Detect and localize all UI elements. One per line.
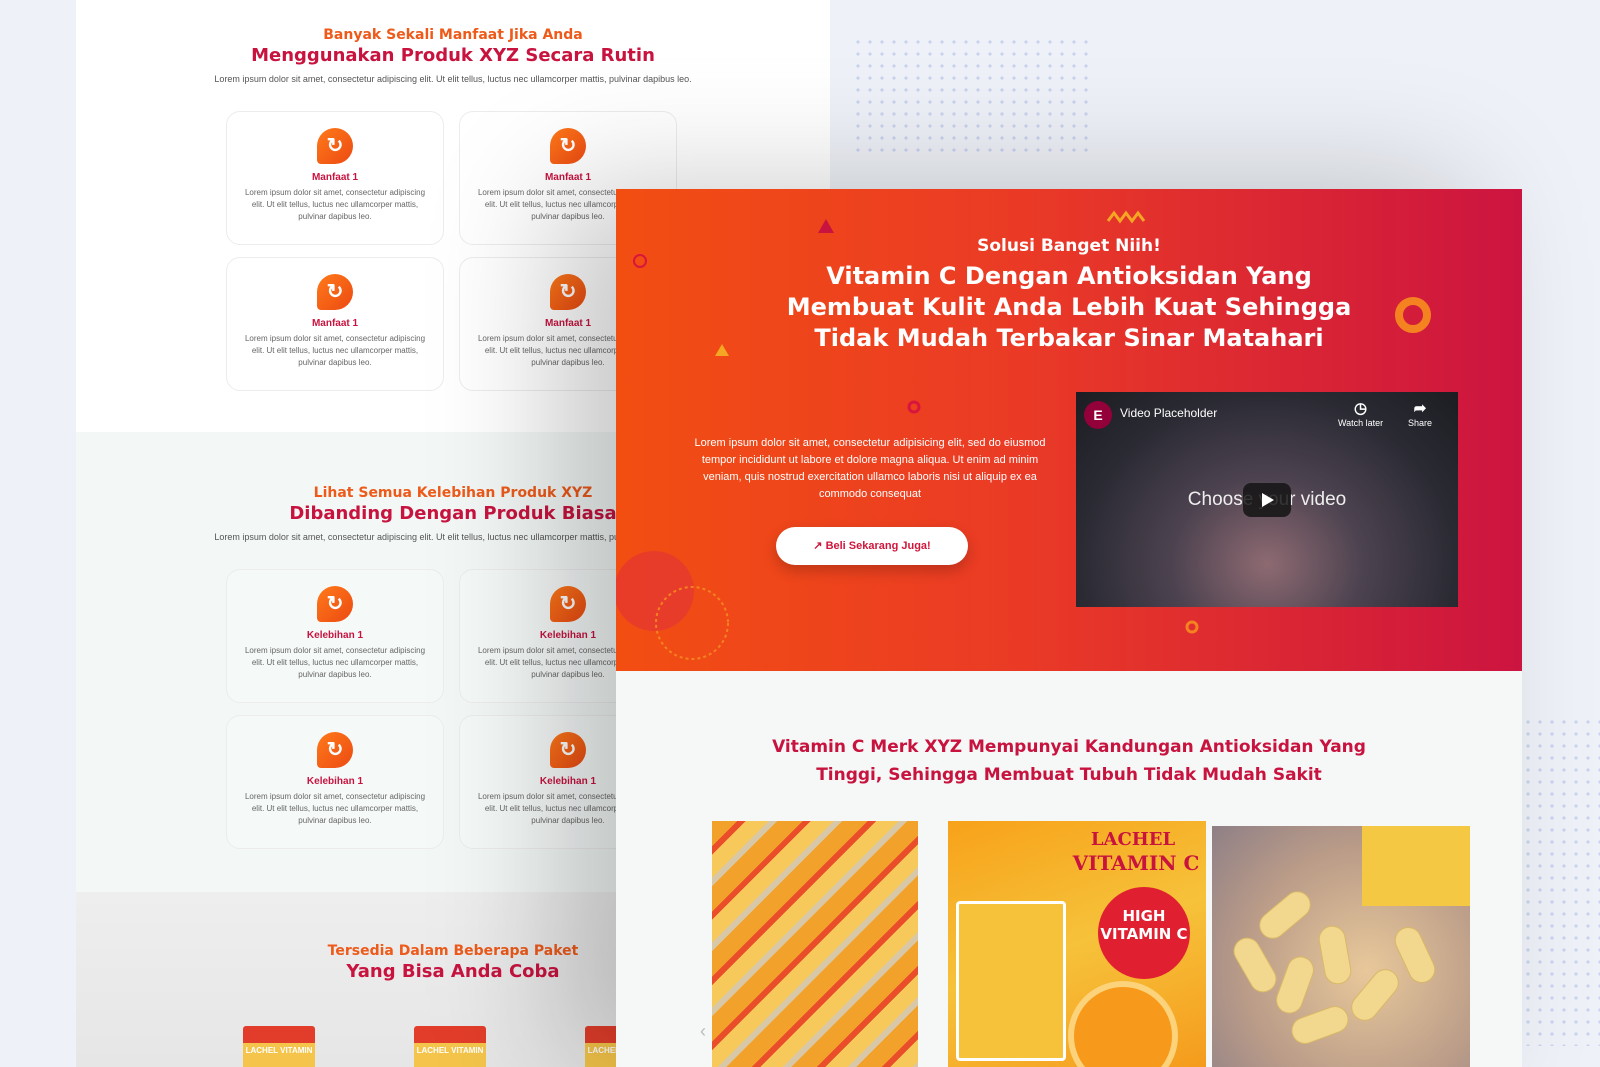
product-section: Vitamin C Merk XYZ Mempunyai Kandungan A… (616, 671, 1522, 1067)
card-title: Kelebihan 1 (306, 776, 364, 787)
product-section-title: Vitamin C Merk XYZ Mempunyai Kandungan A… (772, 737, 1366, 785)
section-title: Menggunakan Produk XYZ Secara Rutin (251, 45, 655, 66)
advantage-card: ↻ Kelebihan 1 Lorem ipsum dolor sit amet… (226, 569, 444, 703)
refresh-icon: ↻ (550, 586, 586, 622)
refresh-icon: ↻ (317, 732, 353, 768)
dot-pattern-right (1522, 716, 1600, 1046)
watch-later-label: Watch later (1338, 418, 1384, 428)
product-photo-packaging: LACHEL VITAMIN C HIGH VITAMIN C (948, 821, 1206, 1067)
card-text: Lorem ipsum dolor sit amet, consectetur … (244, 646, 426, 679)
photo-vitamin-text: VITAMIN C (1072, 851, 1200, 875)
foreground-page: Solusi Banget Niih! Vitamin C Dengan Ant… (616, 189, 1522, 1067)
product-photo-capsules (1212, 826, 1470, 1067)
card-text: Lorem ipsum dolor sit amet, consectetur … (244, 334, 426, 367)
external-link-icon: ↗ (813, 540, 823, 552)
card-text: Lorem ipsum dolor sit amet, consectetur … (244, 188, 426, 221)
package-label: LACHEL VITAMIN (245, 1046, 313, 1055)
share-button[interactable]: ➦ Share (1408, 400, 1432, 428)
hero-title: Vitamin C Dengan Antioksidan Yang Membua… (786, 262, 1352, 352)
card-title: Manfaat 1 (311, 172, 359, 183)
package-label: LACHEL VITAMIN (416, 1046, 484, 1055)
refresh-icon: ↻ (317, 586, 353, 622)
benefit-card: ↻ Manfaat 1 Lorem ipsum dolor sit amet, … (226, 111, 444, 245)
card-title: Kelebihan 1 (306, 630, 364, 641)
benefits-section: Banyak Sekali Manfaat Jika Anda Mengguna… (76, 27, 830, 84)
hero-paragraph: Lorem ipsum dolor sit amet, consectetur … (694, 437, 1046, 500)
product-photo-boxes (712, 821, 918, 1067)
refresh-icon: ↻ (317, 128, 353, 164)
dot-pattern-top (852, 36, 1092, 156)
section-description: Lorem ipsum dolor sit amet, consectetur … (214, 74, 692, 84)
package-visual (956, 901, 1066, 1061)
buy-now-button[interactable]: ↗ Beli Sekarang Juga! (776, 527, 968, 565)
package-image: LACHEL VITAMIN (243, 1026, 315, 1067)
buy-now-label: Beli Sekarang Juga! (825, 540, 931, 552)
badge-text: HIGH VITAMIN C (1100, 907, 1188, 943)
refresh-icon: ↻ (550, 732, 586, 768)
section-kicker: Banyak Sekali Manfaat Jika Anda (323, 27, 583, 43)
refresh-icon: ↻ (317, 274, 353, 310)
share-icon: ➦ (1413, 400, 1427, 417)
card-title: Manfaat 1 (311, 318, 359, 329)
high-vitamin-badge: HIGH VITAMIN C (1098, 887, 1190, 979)
carousel-prev-icon[interactable]: ‹ (700, 1021, 706, 1042)
clock-icon: ◷ (1354, 400, 1368, 417)
video-player[interactable]: E Video Placeholder ◷ Watch later ➦ Share … (1076, 392, 1458, 607)
card-text: Lorem ipsum dolor sit amet, consectetur … (244, 792, 426, 825)
hero-section: Solusi Banget Niih! Vitamin C Dengan Ant… (616, 189, 1522, 671)
video-title: Video Placeholder (1120, 406, 1218, 420)
elementor-logo-icon: E (1084, 401, 1112, 429)
watch-later-button[interactable]: ◷ Watch later (1338, 400, 1383, 428)
refresh-icon: ↻ (550, 274, 586, 310)
play-button[interactable] (1243, 483, 1291, 517)
hero-kicker: Solusi Banget Niih! (977, 236, 1161, 256)
capsules-visual (1233, 826, 1470, 1044)
share-label: Share (1408, 418, 1433, 428)
card-title: Manfaat 1 (544, 172, 592, 183)
play-icon (1262, 493, 1274, 507)
photo-brand-text: LACHEL (1090, 829, 1176, 850)
package-image: LACHEL VITAMIN (414, 1026, 486, 1067)
orange-slice-visual (1068, 981, 1178, 1067)
refresh-icon: ↻ (550, 128, 586, 164)
benefit-card: ↻ Manfaat 1 Lorem ipsum dolor sit amet, … (226, 257, 444, 391)
advantage-card: ↻ Kelebihan 1 Lorem ipsum dolor sit amet… (226, 715, 444, 849)
